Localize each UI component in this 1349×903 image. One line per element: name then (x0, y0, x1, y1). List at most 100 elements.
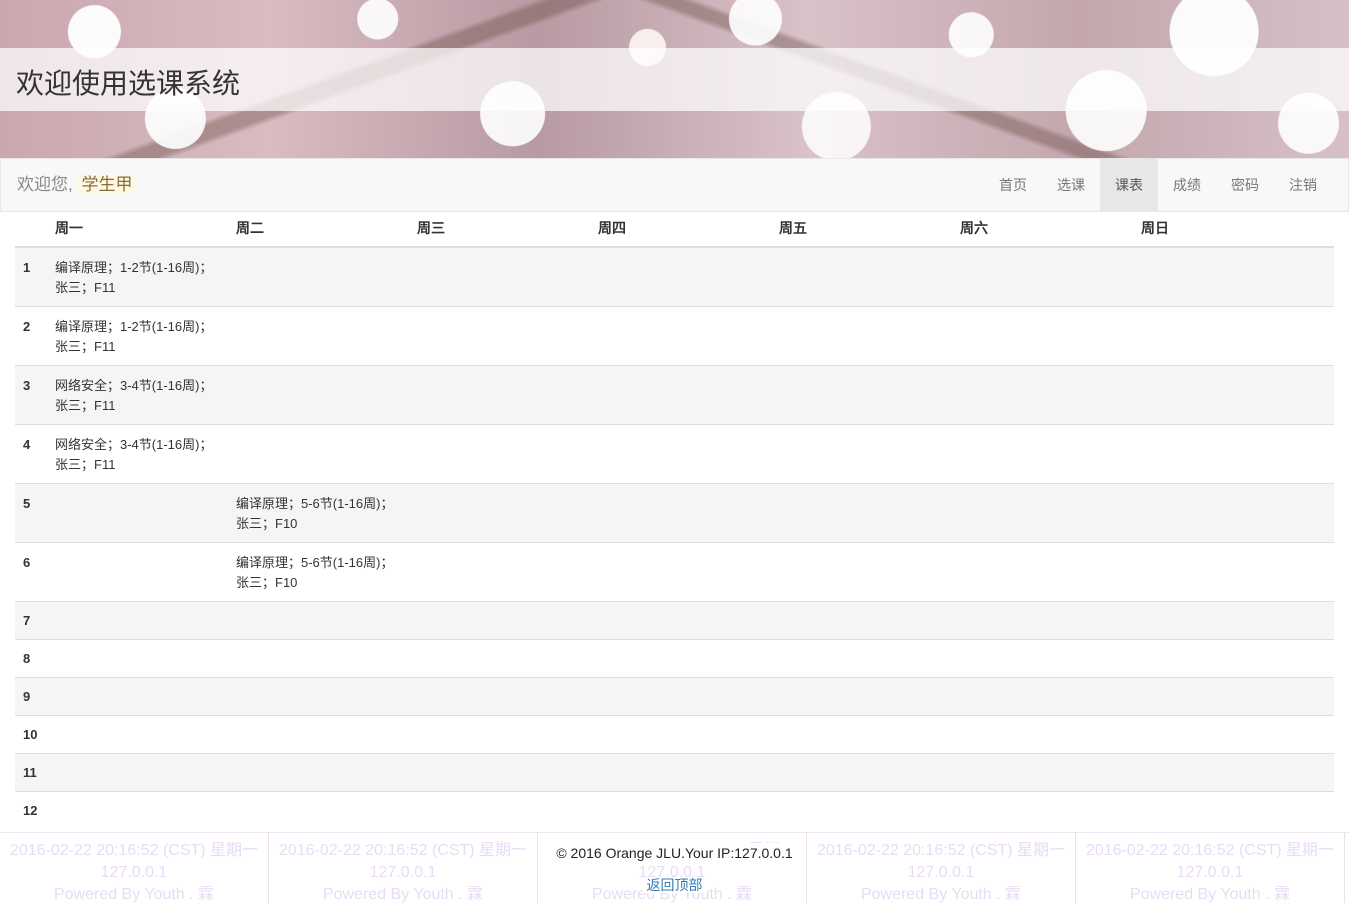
welcome-prefix: 欢迎您, (17, 175, 73, 194)
nav-link[interactable]: 课表 (1100, 159, 1158, 211)
schedule-cell (771, 677, 952, 716)
schedule-cell (1133, 365, 1334, 425)
schedule-cell (47, 677, 228, 716)
period-number: 7 (15, 601, 47, 640)
period-header (15, 210, 47, 248)
schedule-cell (1133, 677, 1334, 716)
schedule-table-wrapper: 周一 周二 周三 周四 周五 周六 周日 1 编译原理；1-2节(1-16周)；张三；F11 2… (15, 210, 1334, 829)
schedule-cell (771, 424, 952, 484)
schedule-cell (590, 677, 771, 716)
schedule-cell (771, 791, 952, 829)
schedule-cell: 编译原理；1-2节(1-16周)；张三；F11 (47, 246, 228, 307)
table-row: 3 网络安全；3-4节(1-16周)；张三；F11 (15, 365, 1334, 425)
table-row: 7 (15, 601, 1334, 640)
schedule-cell (228, 424, 409, 484)
header-banner: 欢迎使用选课系统 (0, 0, 1349, 158)
schedule-cell (409, 246, 590, 307)
period-number: 9 (15, 677, 47, 716)
nav-item: 成绩 (1158, 159, 1216, 211)
nav-link[interactable]: 首页 (984, 159, 1042, 211)
schedule-cell: 网络安全；3-4节(1-16周)；张三；F11 (47, 424, 228, 484)
schedule-cell (952, 542, 1133, 602)
back-to-top-link[interactable]: 返回顶部 (642, 877, 707, 893)
welcome-text: 欢迎您, 学生甲 (17, 173, 137, 197)
nav-link[interactable]: 注销 (1274, 159, 1332, 211)
schedule-cell (409, 306, 590, 366)
schedule-cell (1133, 715, 1334, 754)
day-header: 周一 (47, 210, 228, 248)
schedule-cell (590, 715, 771, 754)
schedule-cell (1133, 483, 1334, 543)
day-header: 周五 (771, 210, 952, 248)
schedule-cell (1133, 753, 1334, 792)
schedule-cell (590, 601, 771, 640)
schedule-cell (952, 306, 1133, 366)
schedule-body: 1 编译原理；1-2节(1-16周)；张三；F11 2 编译原理；1-2节(1-16周… (15, 246, 1334, 829)
table-row: 11 (15, 753, 1334, 792)
schedule-cell (409, 483, 590, 543)
schedule-cell (952, 753, 1133, 792)
schedule-cell (228, 715, 409, 754)
schedule-cell (47, 601, 228, 640)
page-title: 欢迎使用选课系统 (16, 67, 241, 100)
table-row: 6 编译原理；5-6节(1-16周)；张三；F10 (15, 542, 1334, 602)
schedule-cell (590, 791, 771, 829)
schedule-table: 周一 周二 周三 周四 周五 周六 周日 1 编译原理；1-2节(1-16周)；张三；F11 2… (15, 210, 1334, 829)
schedule-cell (952, 639, 1133, 678)
course-entry: 编译原理；1-2节(1-16周)；张三；F11 (55, 319, 213, 354)
schedule-cell (590, 753, 771, 792)
schedule-cell (47, 542, 228, 602)
schedule-cell: 网络安全；3-4节(1-16周)；张三；F11 (47, 365, 228, 425)
schedule-cell (1133, 246, 1334, 307)
schedule-cell (409, 365, 590, 425)
schedule-cell: 编译原理；5-6节(1-16周)；张三；F10 (228, 483, 409, 543)
nav-item: 选课 (1042, 159, 1100, 211)
period-number: 3 (15, 365, 47, 425)
schedule-cell (590, 639, 771, 678)
schedule-cell (590, 542, 771, 602)
schedule-cell (590, 424, 771, 484)
table-row: 12 (15, 791, 1334, 829)
period-number: 11 (15, 753, 47, 792)
table-row: 8 (15, 639, 1334, 678)
schedule-cell (952, 601, 1133, 640)
nav-menu: 首页 选课 课表 成绩 密码 注销 (984, 159, 1332, 211)
table-row: 4 网络安全；3-4节(1-16周)；张三；F11 (15, 424, 1334, 484)
schedule-cell (590, 246, 771, 307)
day-header: 周四 (590, 210, 771, 248)
copyright-text: © 2016 Orange JLU.Your IP:127.0.0.1 (548, 843, 801, 863)
schedule-cell (1133, 306, 1334, 366)
table-row: 1 编译原理；1-2节(1-16周)；张三；F11 (15, 246, 1334, 307)
nav-link[interactable]: 选课 (1042, 159, 1100, 211)
schedule-cell (771, 306, 952, 366)
schedule-cell (228, 365, 409, 425)
schedule-cell (47, 639, 228, 678)
table-row: 2 编译原理；1-2节(1-16周)；张三；F11 (15, 306, 1334, 366)
schedule-cell (590, 365, 771, 425)
schedule-cell (47, 715, 228, 754)
period-number: 4 (15, 424, 47, 484)
schedule-cell (409, 715, 590, 754)
schedule-cell (228, 791, 409, 829)
schedule-cell (952, 246, 1133, 307)
period-number: 12 (15, 791, 47, 829)
period-number: 6 (15, 542, 47, 602)
schedule-cell (47, 791, 228, 829)
course-entry: 编译原理；5-6节(1-16周)；张三；F10 (236, 555, 394, 590)
nav-link[interactable]: 成绩 (1158, 159, 1216, 211)
period-number: 10 (15, 715, 47, 754)
schedule-cell (952, 424, 1133, 484)
course-entry: 编译原理；1-2节(1-16周)；张三；F11 (55, 260, 213, 295)
schedule-cell (771, 246, 952, 307)
course-entry: 网络安全；3-4节(1-16周)；张三；F11 (55, 378, 213, 413)
schedule-cell (409, 753, 590, 792)
schedule-cell (590, 483, 771, 543)
schedule-cell (590, 306, 771, 366)
navbar: 欢迎您, 学生甲 首页 选课 课表 成绩 密码 注销 (0, 158, 1349, 212)
course-entry: 编译原理；5-6节(1-16周)；张三；F10 (236, 496, 394, 531)
schedule-cell (771, 542, 952, 602)
nav-link[interactable]: 密码 (1216, 159, 1274, 211)
schedule-cell (952, 791, 1133, 829)
day-header: 周六 (952, 210, 1133, 248)
period-number: 8 (15, 639, 47, 678)
